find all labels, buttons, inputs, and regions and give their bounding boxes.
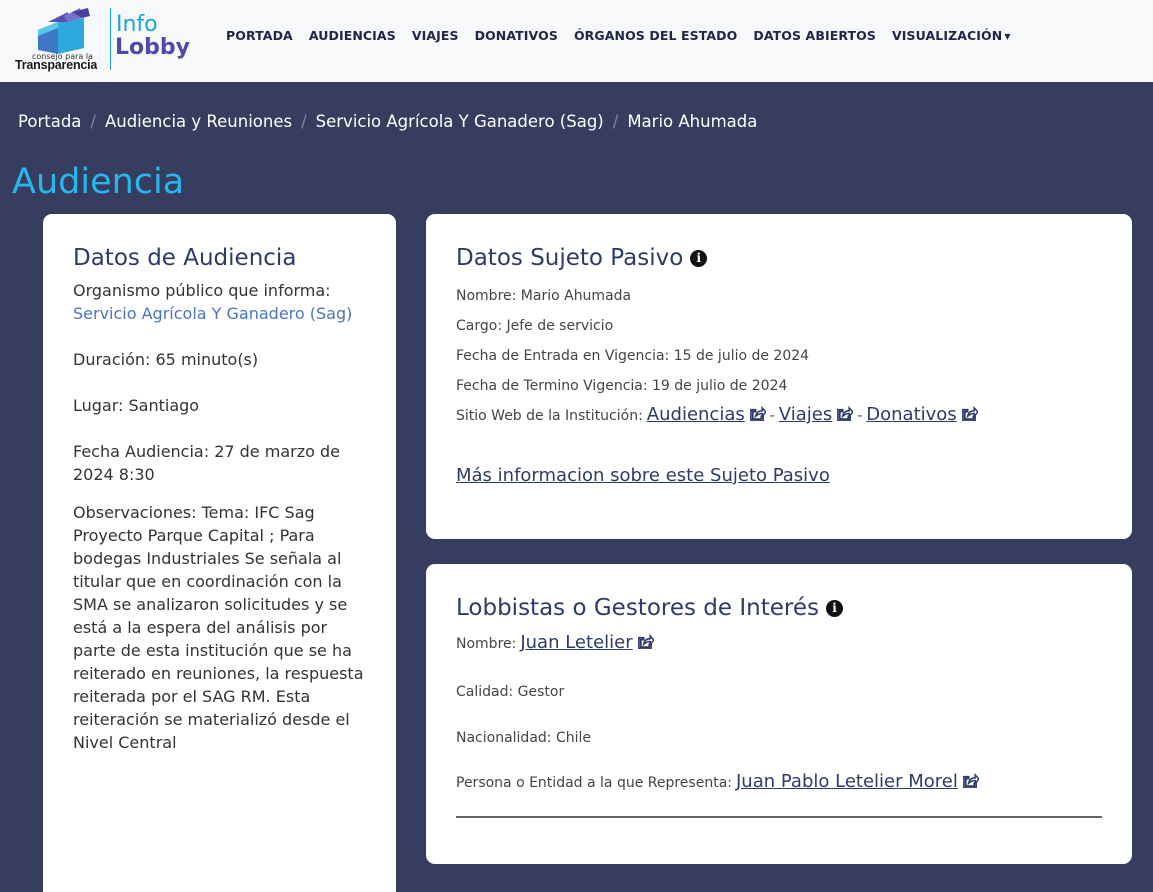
viajes-link-text: Viajes — [778, 404, 833, 425]
info-circle-icon[interactable]: i — [690, 249, 708, 267]
logo-divider — [110, 8, 111, 70]
caret-down-icon: ▼ — [1004, 32, 1011, 41]
nav-organos-del-estado[interactable]: ÓRGANOS DEL ESTADO — [574, 28, 737, 43]
nav-portada[interactable]: PORTADA — [226, 28, 293, 43]
datos-audiencia-title-text: Datos de Audiencia — [73, 245, 297, 271]
audiencias-link[interactable]: Audiencias — [647, 404, 766, 425]
viajes-link[interactable]: Viajes — [778, 404, 854, 425]
sujeto-sitio-web: Sitio Web de la Institución: Audiencias … — [456, 404, 978, 425]
sujeto-nombre: Nombre: Mario Ahumada — [456, 288, 632, 304]
duracion-text: Duración: 65 minuto(s) — [73, 350, 259, 369]
navbar: consejo para la Transparencia Info Lobby… — [0, 0, 1153, 82]
nav-audiencias[interactable]: AUDIENCIAS — [309, 28, 396, 43]
consejo-transparencia-logo[interactable]: consejo para la Transparencia — [14, 8, 106, 74]
nav-links: PORTADA AUDIENCIAS VIAJES DONATIVOS ÓRGA… — [226, 28, 1027, 43]
breadcrumb-current: Mario Ahumada — [627, 112, 758, 131]
share-square-icon — [837, 406, 854, 421]
share-square-icon — [749, 406, 766, 421]
share-square-icon — [961, 406, 978, 421]
nav-datos-abiertos[interactable]: DATOS ABIERTOS — [753, 28, 876, 43]
nav-donativos[interactable]: DONATIVOS — [475, 28, 558, 43]
breadcrumb-audiencia-reuniones[interactable]: Audiencia y Reuniones — [105, 112, 292, 131]
datos-audiencia-title: Datos de Audiencia — [73, 244, 366, 272]
nav-visualizacion-label: VISUALIZACIÓN — [891, 28, 1003, 43]
breadcrumb-separator: / — [301, 112, 307, 131]
organismo-block: Organismo público que informa: Servicio … — [73, 279, 366, 325]
datos-sujeto-pasivo-title: Datos Sujeto Pasivo i — [456, 244, 1102, 272]
organismo-link[interactable]: Servicio Agrícola Y Ganadero (Sag) — [73, 302, 366, 325]
breadcrumb-separator: / — [90, 112, 96, 131]
lobbista-representa-label: Persona o Entidad a la que Representa: — [456, 775, 732, 791]
page-title: Audiencia — [12, 162, 185, 202]
sujeto-fecha-termino: Fecha de Termino Vigencia: 19 de julio d… — [456, 378, 788, 394]
lobbista-representa: Persona o Entidad a la que Representa: J… — [456, 771, 979, 792]
lobbista-nacionalidad: Nacionalidad: Chile — [456, 730, 591, 746]
lobbistas-title-text: Lobbistas o Gestores de Interés — [456, 595, 819, 621]
sujeto-fecha-entrada: Fecha de Entrada en Vigencia: 15 de juli… — [456, 348, 810, 364]
breadcrumb: Portada / Audiencia y Reuniones / Servic… — [18, 112, 757, 131]
logo-big-text: Transparencia — [15, 58, 98, 72]
lobbista-nombre-link-text: Juan Letelier — [520, 632, 633, 653]
donativos-link-text: Donativos — [866, 404, 957, 425]
lobbistas-title: Lobbistas o Gestores de Interés i — [456, 594, 1102, 622]
breadcrumb-institucion[interactable]: Servicio Agrícola Y Ganadero (Sag) — [316, 112, 604, 131]
lobbista-nombre-label: Nombre: — [456, 636, 517, 652]
fecha-audiencia-text: Fecha Audiencia: 27 de marzo de 2024 8:3… — [73, 442, 340, 484]
mas-informacion-link[interactable]: Más informacion sobre este Sujeto Pasivo — [456, 465, 830, 486]
breadcrumb-separator: / — [612, 112, 619, 131]
nav-visualizacion-dropdown[interactable]: VISUALIZACIÓN ▼ — [892, 28, 1011, 43]
lobbista-representa-link[interactable]: Juan Pablo Letelier Morel — [736, 771, 979, 792]
organismo-label: Organismo público que informa: — [73, 281, 331, 300]
datos-audiencia-card: Datos de Audiencia Organismo público que… — [43, 214, 396, 892]
infolobby-logo-info[interactable]: Info — [116, 14, 158, 36]
lobbista-representa-link-text: Juan Pablo Letelier Morel — [736, 771, 958, 792]
link-separator: - — [769, 408, 775, 424]
datos-sujeto-pasivo-card: Datos Sujeto Pasivo i Nombre: Mario Ahum… — [426, 214, 1132, 539]
donativos-link[interactable]: Donativos — [866, 404, 978, 425]
audiencias-link-text: Audiencias — [646, 404, 745, 425]
sujeto-cargo: Cargo: Jefe de servicio — [456, 318, 614, 334]
lugar-text: Lugar: Santiago — [73, 396, 200, 415]
share-square-icon — [637, 634, 654, 649]
nav-viajes[interactable]: VIAJES — [412, 28, 459, 43]
sitio-web-label: Sitio Web de la Institución: — [456, 408, 643, 424]
divider-line — [456, 816, 1102, 818]
lobbista-calidad: Calidad: Gestor — [456, 684, 565, 700]
transparencia-logo-icon — [38, 8, 90, 54]
link-separator: - — [857, 408, 863, 424]
lobbista-nombre: Nombre: Juan Letelier — [456, 632, 654, 653]
datos-sujeto-pasivo-title-text: Datos Sujeto Pasivo — [456, 245, 684, 271]
observaciones-text: Observaciones: Tema: IFC Sag Proyecto Pa… — [73, 503, 364, 752]
breadcrumb-portada[interactable]: Portada — [18, 112, 81, 131]
share-square-icon — [962, 773, 979, 788]
info-circle-icon[interactable]: i — [825, 599, 843, 617]
infolobby-logo-lobby[interactable]: Lobby — [115, 36, 190, 60]
lobbista-nombre-link[interactable]: Juan Letelier — [520, 632, 654, 653]
lobbistas-card: Lobbistas o Gestores de Interés i Nombre… — [426, 564, 1132, 864]
